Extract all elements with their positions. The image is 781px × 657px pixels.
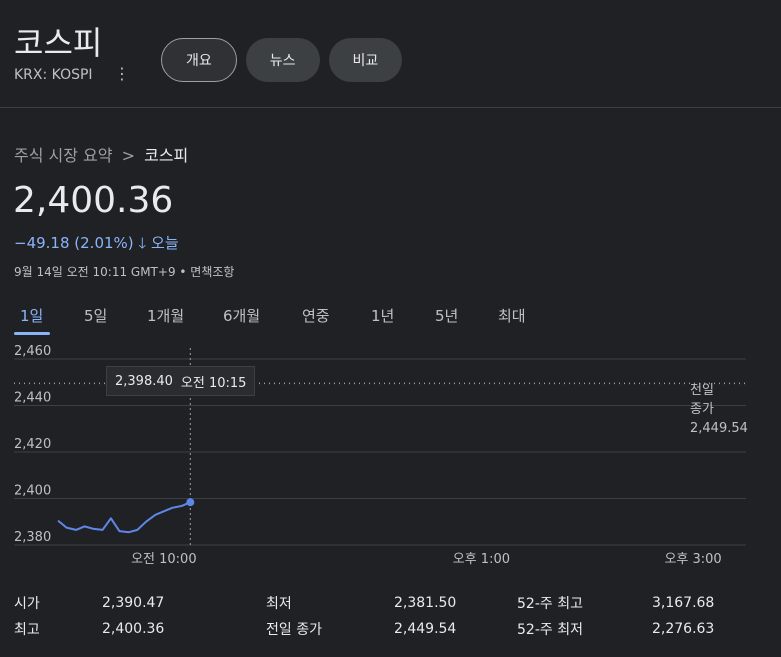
y-tick-label: 2,440: [14, 391, 51, 406]
stat-value: 2,381.50: [394, 595, 457, 611]
stats-row: 최고 2,400.36 전일 종가 2,449.54 52-주 최저 2,276…: [14, 616, 714, 642]
range-tab-1y[interactable]: 1년: [371, 305, 394, 326]
tooltip-time: 오전 10:15: [180, 375, 247, 391]
range-tab-max[interactable]: 최대: [498, 305, 526, 326]
hover-tooltip: 2,398.40 오전 10:15: [106, 366, 256, 396]
range-tab-6m[interactable]: 6개월: [223, 305, 260, 326]
x-tick-label: 오후 1:00: [453, 552, 510, 567]
active-range-indicator: [14, 332, 50, 335]
tab-compare[interactable]: 비교: [328, 38, 403, 82]
y-tick-label: 2,420: [14, 437, 51, 452]
y-tick-label: 2,380: [14, 530, 51, 545]
range-tabs: 1일 5일 1개월 6개월 연중 1년 5년 최대: [0, 305, 781, 335]
page-title: 코스피: [14, 24, 103, 62]
quote-timestamp[interactable]: 9월 14일 오전 10:11 GMT+9 • 면책조항: [14, 263, 234, 280]
quote-header: 코스피 KRX: KOSPI ⋮ 개요 뉴스 비교: [0, 0, 781, 108]
stats-table: 시가 2,390.47 최저 2,381.50 52-주 최고 3,167.68…: [14, 590, 714, 642]
breadcrumb-separator: >: [121, 146, 135, 165]
stat-label: 시가: [14, 596, 40, 612]
x-tick-label: 오전 10:00: [131, 552, 197, 567]
change-value: −49.18 (2.01%): [14, 234, 134, 252]
stat-value: 2,400.36: [102, 621, 165, 637]
x-tick-label: 오후 3:00: [664, 552, 721, 567]
ticker-symbol: KRX: KOSPI: [14, 67, 93, 83]
range-tab-5y[interactable]: 5년: [435, 305, 458, 326]
stat-label: 최저: [266, 596, 292, 612]
more-vert-icon[interactable]: ⋮: [114, 64, 130, 83]
breadcrumb-parent-link[interactable]: 주식 시장 요약: [14, 146, 113, 165]
stat-label: 52-주 최고: [517, 596, 583, 612]
stat-value: 2,276.63: [652, 621, 715, 637]
stat-value: 3,167.68: [652, 595, 715, 611]
previous-close-label: 전일 종가 2,449.54: [690, 381, 748, 438]
previous-close-label-2: 종가: [690, 402, 714, 417]
previous-close-label-1: 전일: [690, 383, 714, 398]
arrow-down-icon: 🡓: [138, 234, 147, 252]
range-tab-5d[interactable]: 5일: [84, 305, 107, 326]
hover-point: [186, 498, 195, 507]
stats-row: 시가 2,390.47 최저 2,381.50 52-주 최고 3,167.68: [14, 590, 714, 616]
stat-label: 전일 종가: [266, 622, 322, 638]
change-period: 오늘: [151, 234, 179, 252]
current-price: 2,400.36: [13, 180, 174, 221]
stat-label: 최고: [14, 622, 40, 638]
previous-close-value: 2,449.54: [690, 421, 748, 436]
stat-value: 2,390.47: [102, 595, 165, 611]
stat-label: 52-주 최저: [517, 622, 583, 638]
price-change: −49.18 (2.01%) 🡓 오늘: [14, 232, 179, 258]
range-tab-1d[interactable]: 1일: [20, 305, 43, 326]
tooltip-value: 2,398.40: [115, 373, 173, 389]
range-tab-ytd[interactable]: 연중: [302, 305, 330, 326]
y-tick-label: 2,400: [14, 484, 51, 499]
breadcrumb: 주식 시장 요약 > 코스피: [14, 142, 188, 166]
tab-overview[interactable]: 개요: [161, 38, 237, 82]
range-tab-1m[interactable]: 1개월: [147, 305, 184, 326]
stat-value: 2,449.54: [394, 621, 457, 637]
price-series-line: [57, 501, 191, 534]
tab-news[interactable]: 뉴스: [245, 38, 320, 82]
breadcrumb-current: 코스피: [144, 146, 189, 165]
section-tabs: 개요 뉴스 비교: [161, 38, 403, 82]
y-tick-label: 2,460: [14, 344, 51, 359]
